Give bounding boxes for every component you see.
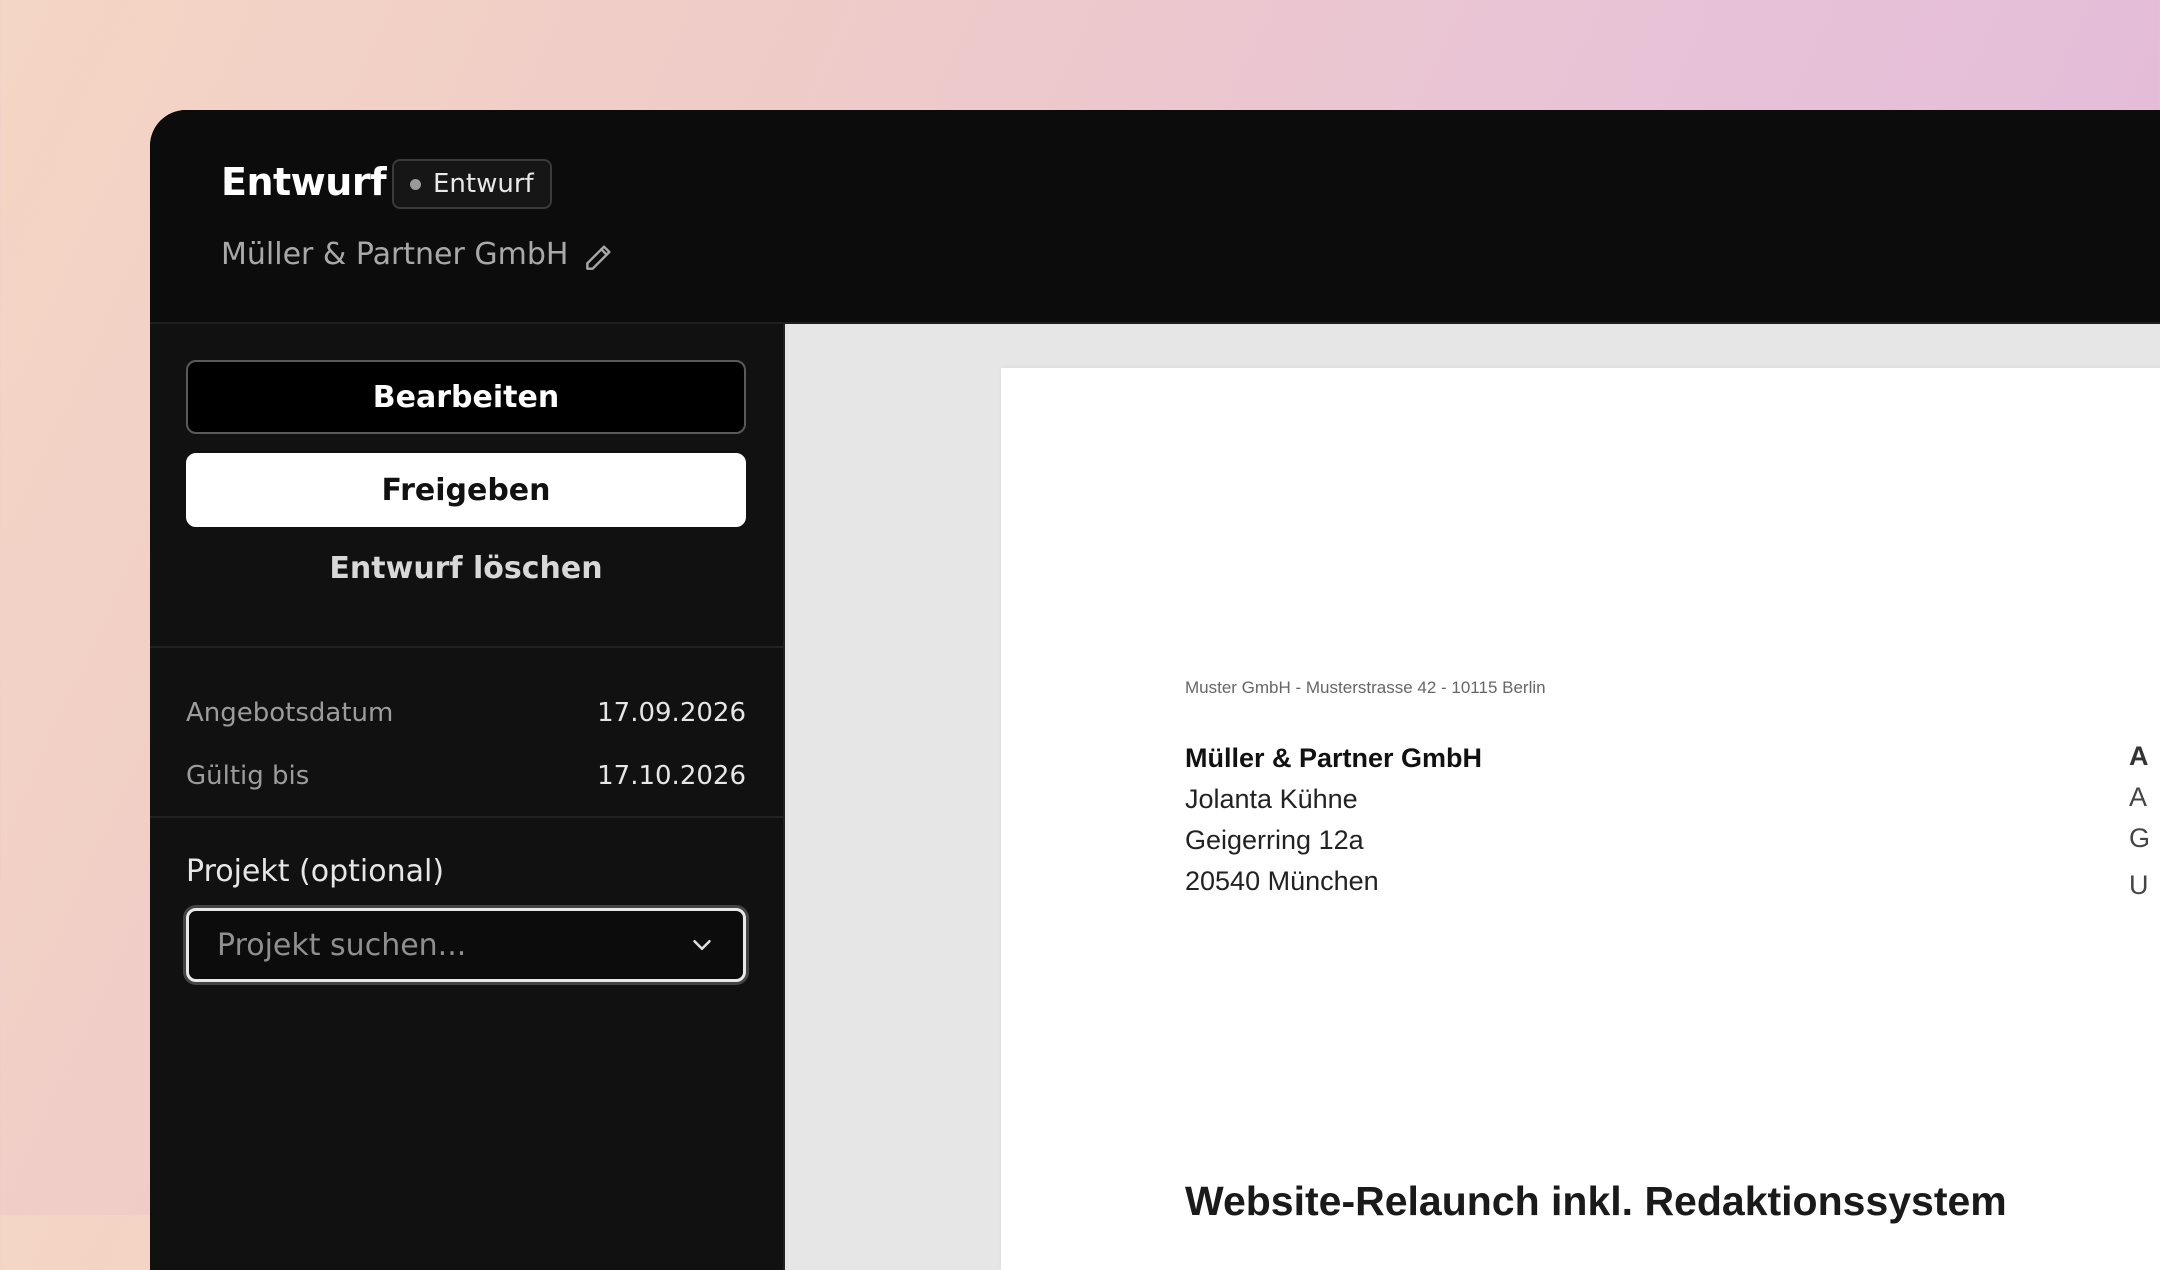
project-select[interactable] — [186, 908, 746, 982]
info-line: U — [2129, 870, 2149, 900]
info-line: G — [2129, 823, 2151, 853]
client-name: Müller & Partner GmbH — [221, 237, 569, 272]
recipient-city: 20540 München — [1185, 866, 1379, 896]
valid-until-value: 17.10.2026 — [597, 761, 746, 791]
status-dot-icon — [410, 178, 421, 190]
sender-line: Muster GmbH - Musterstrasse 42 - 10115 B… — [1185, 678, 1546, 697]
project-label: Projekt (optional) — [186, 854, 445, 889]
document-preview: Muster GmbH - Musterstrasse 42 - 10115 B… — [785, 324, 2160, 1270]
app-window: Entwurf Entwurf Müller & Partner GmbH Be… — [150, 110, 2160, 1270]
recipient-company: Müller & Partner GmbH — [1185, 743, 1483, 773]
offer-date-label: Angebotsdatum — [186, 698, 394, 728]
document-page: Muster GmbH - Musterstrasse 42 - 10115 B… — [1001, 368, 2160, 1270]
release-button[interactable]: Freigeben — [186, 453, 746, 527]
document-title: Website-Relaunch inkl. Redaktionssystem — [1185, 1178, 2007, 1224]
offer-date-value: 17.09.2026 — [597, 698, 746, 728]
pencil-icon[interactable] — [582, 242, 614, 274]
recipient-contact: Jolanta Kühne — [1185, 784, 1358, 814]
info-heading: A — [2129, 741, 2149, 771]
project-search-input[interactable] — [215, 926, 687, 964]
recipient-address: Müller & Partner GmbH Jolanta Kühne Geig… — [1185, 738, 1482, 902]
status-badge-label: Entwurf — [433, 169, 534, 199]
document-info-column: A A G U — [2129, 736, 2150, 906]
sidebar: Bearbeiten Freigeben Entwurf löschen Ang… — [150, 324, 785, 1270]
offer-date-row: Angebotsdatum 17.09.2026 — [186, 698, 746, 728]
valid-until-row: Gültig bis 17.10.2026 — [186, 761, 746, 791]
delete-draft-button[interactable]: Entwurf löschen — [186, 538, 746, 598]
divider — [150, 816, 783, 818]
edit-button[interactable]: Bearbeiten — [186, 360, 746, 434]
valid-until-label: Gültig bis — [186, 761, 310, 791]
header: Entwurf Entwurf Müller & Partner GmbH — [150, 110, 2160, 324]
status-badge: Entwurf — [392, 159, 552, 209]
page-title: Entwurf — [221, 160, 387, 204]
recipient-street: Geigerring 12a — [1185, 825, 1364, 855]
divider — [150, 646, 783, 648]
info-line: A — [2129, 782, 2148, 812]
chevron-down-icon[interactable] — [687, 930, 717, 960]
